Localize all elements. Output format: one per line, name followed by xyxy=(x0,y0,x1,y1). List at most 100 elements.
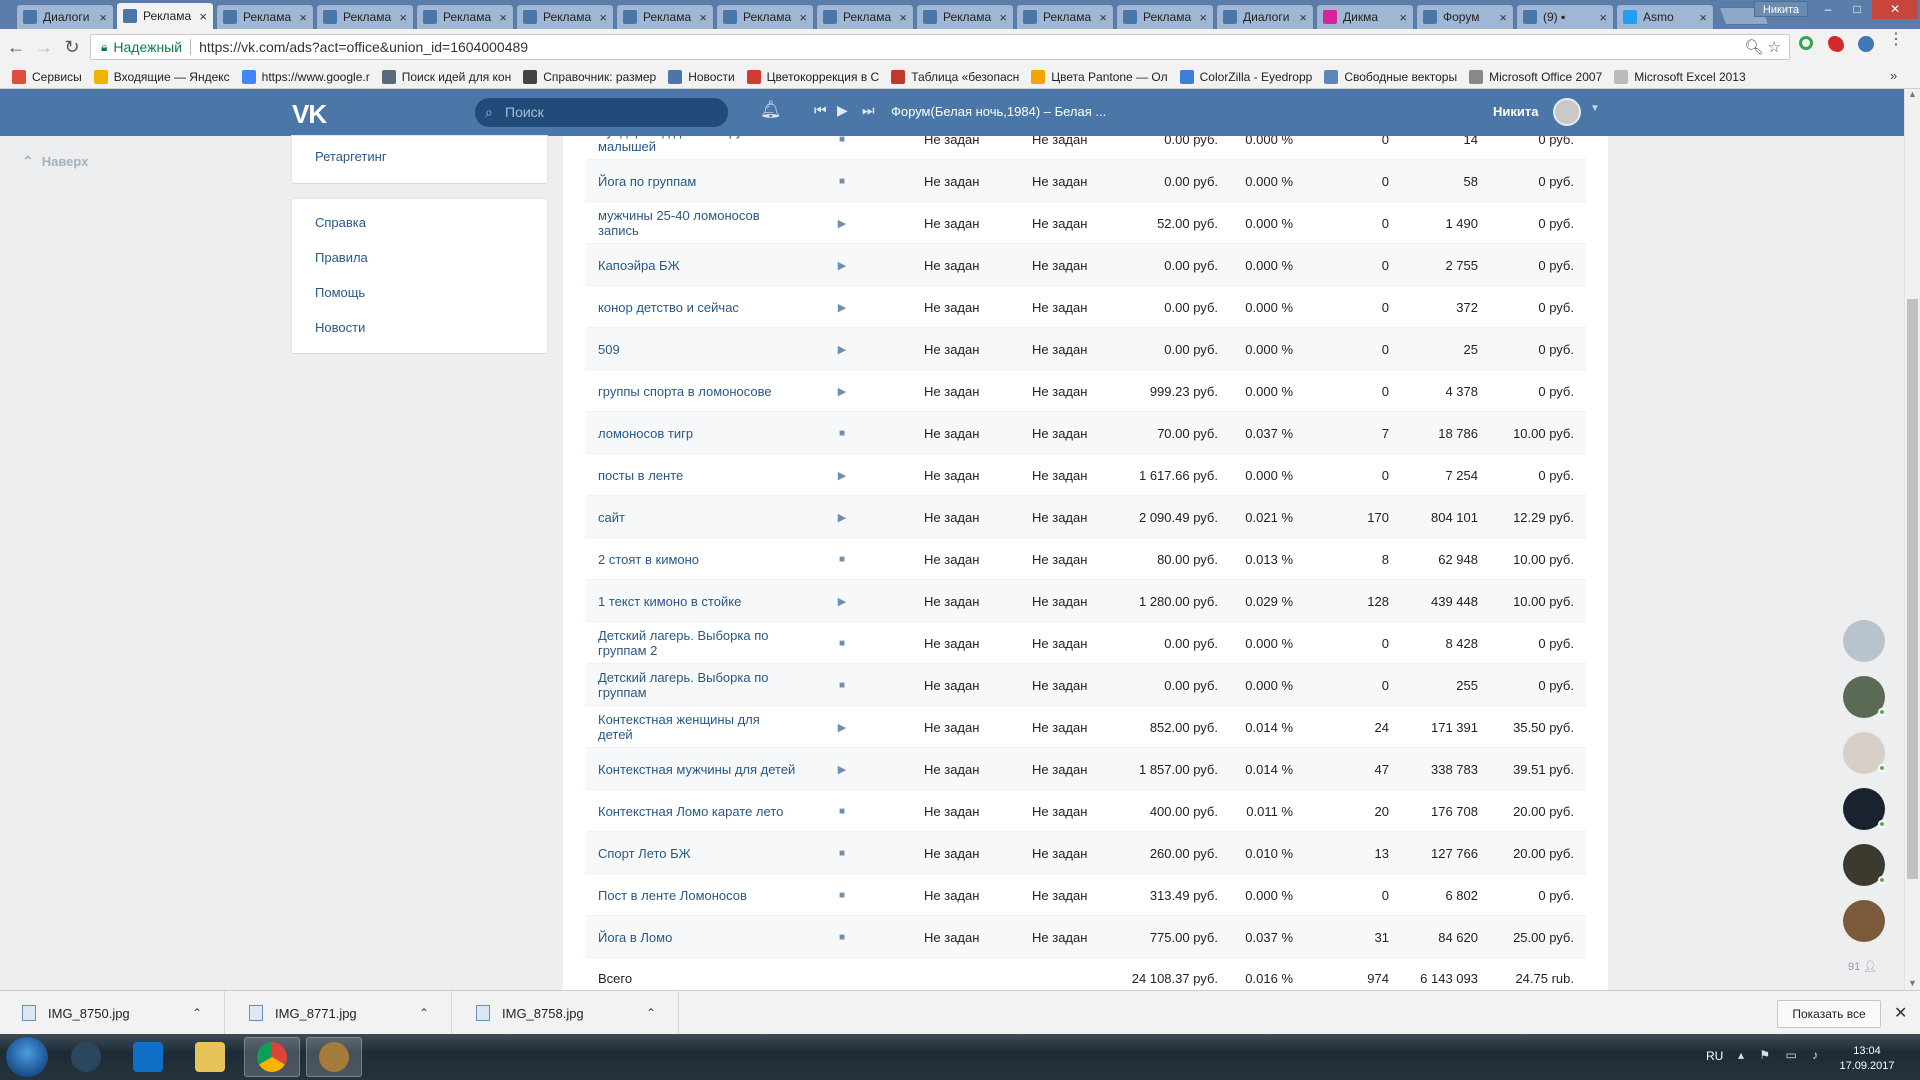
sidebar-item-retargeting[interactable]: Ретаргетинг xyxy=(292,136,547,178)
limit-cell[interactable]: Не задан xyxy=(1032,496,1087,538)
stop-status-icon[interactable]: ■ xyxy=(836,136,848,160)
play-status-icon[interactable]: ▶ xyxy=(836,496,848,538)
download-item[interactable]: IMG_8758.jpg ⌃ xyxy=(454,991,679,1035)
limit-cell[interactable]: Не задан xyxy=(924,664,979,706)
reload-icon[interactable]: ↻ xyxy=(60,37,84,58)
browser-tab[interactable]: (9) ▪ × xyxy=(1516,4,1614,29)
limit-cell[interactable]: Не задан xyxy=(924,496,979,538)
tab-close-icon[interactable]: × xyxy=(799,10,807,25)
close-window-button[interactable]: ✕ xyxy=(1872,0,1918,19)
limit-cell[interactable]: Не задан xyxy=(924,538,979,580)
tab-close-icon[interactable]: × xyxy=(1499,10,1507,25)
ad-name-link[interactable]: 2 стоят в кимоно xyxy=(598,538,798,580)
limit-cell[interactable]: Не задан xyxy=(1032,370,1087,412)
bookmark-item[interactable]: Таблица «безопасн xyxy=(891,69,1019,84)
scroll-to-top-link[interactable]: ⌃ Наверх xyxy=(22,153,88,170)
scroll-down-arrow[interactable]: ▼ xyxy=(1908,978,1917,988)
bookmark-item[interactable]: ColorZilla - Eyedropp xyxy=(1179,69,1312,84)
browser-tab[interactable]: Реклама × xyxy=(216,4,314,29)
limit-cell[interactable]: Не задан xyxy=(924,874,979,916)
taskbar-explorer[interactable] xyxy=(182,1037,238,1077)
limit-cell[interactable]: Не задан xyxy=(1032,202,1087,244)
play-status-icon[interactable]: ▶ xyxy=(836,454,848,496)
ad-name-link[interactable]: Контекстная мужчины для детей xyxy=(598,748,798,790)
limit-cell[interactable]: Не задан xyxy=(1032,412,1087,454)
menu-icon[interactable]: ⋮ xyxy=(1888,32,1904,50)
taskbar-battlenet[interactable] xyxy=(120,1037,176,1077)
limit-cell[interactable]: Не задан xyxy=(1032,160,1087,202)
chevron-down-icon[interactable]: ▼ xyxy=(1590,103,1600,114)
current-track-title[interactable]: Форум(Белая ночь,1984) – Белая ... xyxy=(891,104,1106,119)
system-tray-icons[interactable]: ▴ ⚑ ▭ ♪ xyxy=(1738,1048,1824,1062)
limit-cell[interactable]: Не задан xyxy=(924,244,979,286)
ad-name-link[interactable]: Пост в ленте Ломоносов xyxy=(598,874,798,916)
tab-close-icon[interactable]: × xyxy=(399,10,407,25)
tab-close-icon[interactable]: × xyxy=(1199,10,1207,25)
scroll-up-arrow[interactable]: ▲ xyxy=(1908,89,1917,99)
tab-close-icon[interactable]: × xyxy=(899,10,907,25)
ad-name-link[interactable]: сайт xyxy=(598,496,798,538)
stop-status-icon[interactable]: ■ xyxy=(836,832,848,874)
ad-name-link[interactable]: посты в ленте xyxy=(598,454,798,496)
user-name[interactable]: Никита xyxy=(1493,104,1538,119)
window-profile-button[interactable]: Никита xyxy=(1753,1,1808,17)
bookmarks-overflow-icon[interactable]: » xyxy=(1890,68,1897,83)
limit-cell[interactable]: Не задан xyxy=(924,748,979,790)
stop-status-icon[interactable]: ■ xyxy=(836,916,848,958)
vk-search-input[interactable]: ⌕ Поиск xyxy=(475,98,728,127)
sidebar-link[interactable]: Правила xyxy=(292,240,547,275)
scrollbar-thumb[interactable] xyxy=(1907,299,1918,879)
bookmark-item[interactable]: Новости xyxy=(668,69,735,84)
chat-avatar[interactable] xyxy=(1843,620,1885,662)
browser-tab[interactable]: Реклама × xyxy=(116,2,214,29)
download-item[interactable]: IMG_8771.jpg ⌃ xyxy=(227,991,452,1035)
close-icon[interactable]: ✕ xyxy=(1894,1003,1907,1023)
extension-blue-icon[interactable] xyxy=(1858,36,1874,52)
limit-cell[interactable]: Не задан xyxy=(1032,622,1087,664)
ad-name-link[interactable]: Капоэйра БЖ xyxy=(598,244,798,286)
limit-cell[interactable]: Не задан xyxy=(1032,664,1087,706)
sidebar-link[interactable]: Новости xyxy=(292,310,547,345)
limit-cell[interactable]: Не задан xyxy=(924,790,979,832)
ad-name-link[interactable]: Контекстная женщины для детей xyxy=(598,706,798,748)
limit-cell[interactable]: Не задан xyxy=(924,370,979,412)
chat-avatar[interactable] xyxy=(1843,900,1885,942)
previous-track-icon[interactable]: ⏮︎ xyxy=(814,102,827,119)
bell-icon[interactable]: 🔔︎ xyxy=(760,100,782,120)
ad-name-link[interactable]: 509 xyxy=(598,328,798,370)
bookmark-item[interactable]: Свободные векторы xyxy=(1324,69,1457,84)
user-avatar[interactable] xyxy=(1553,98,1581,126)
browser-tab[interactable]: Реклама × xyxy=(316,4,414,29)
limit-cell[interactable]: Не задан xyxy=(1032,580,1087,622)
page-scrollbar[interactable]: ▲ ▼ xyxy=(1904,89,1920,990)
ad-name-link[interactable]: Детский лагерь. Выборка по группам 2 xyxy=(598,622,798,664)
limit-cell[interactable]: Не задан xyxy=(1032,748,1087,790)
show-all-downloads-button[interactable]: Показать все xyxy=(1777,1000,1881,1028)
ad-name-link[interactable]: Йога по группам xyxy=(598,160,798,202)
browser-tab[interactable]: Реклама × xyxy=(1116,4,1214,29)
limit-cell[interactable]: Не задан xyxy=(924,832,979,874)
limit-cell[interactable]: Не задан xyxy=(1032,244,1087,286)
browser-tab[interactable]: Форум × xyxy=(1416,4,1514,29)
sidebar-link[interactable]: Помощь xyxy=(292,275,547,310)
tab-close-icon[interactable]: × xyxy=(1399,10,1407,25)
url-text[interactable]: https://vk.com/ads?act=office&union_id=1… xyxy=(199,39,528,55)
stop-status-icon[interactable]: ■ xyxy=(836,790,848,832)
tab-close-icon[interactable]: × xyxy=(699,10,707,25)
bookmark-item[interactable]: Поиск идей для кон xyxy=(381,69,511,84)
extension-green-icon[interactable] xyxy=(1799,36,1813,50)
limit-cell[interactable]: Не задан xyxy=(1032,874,1087,916)
browser-tab[interactable]: Реклама × xyxy=(716,4,814,29)
limit-cell[interactable]: Не задан xyxy=(924,160,979,202)
start-button[interactable] xyxy=(6,1037,48,1077)
chevron-up-icon[interactable]: ⌃ xyxy=(192,1006,202,1020)
stop-status-icon[interactable]: ■ xyxy=(836,622,848,664)
limit-cell[interactable]: Не задан xyxy=(924,136,979,160)
chevron-up-icon[interactable]: ⌃ xyxy=(646,1006,656,1020)
limit-cell[interactable]: Не задан xyxy=(924,622,979,664)
browser-tab[interactable]: Реклама × xyxy=(916,4,1014,29)
stop-status-icon[interactable]: ■ xyxy=(836,664,848,706)
bookmark-item[interactable]: Microsoft Excel 2013 xyxy=(1614,69,1746,84)
limit-cell[interactable]: Не задан xyxy=(1032,136,1087,160)
ad-name-link[interactable]: Вундеркинд детские группы малышей xyxy=(598,136,798,160)
